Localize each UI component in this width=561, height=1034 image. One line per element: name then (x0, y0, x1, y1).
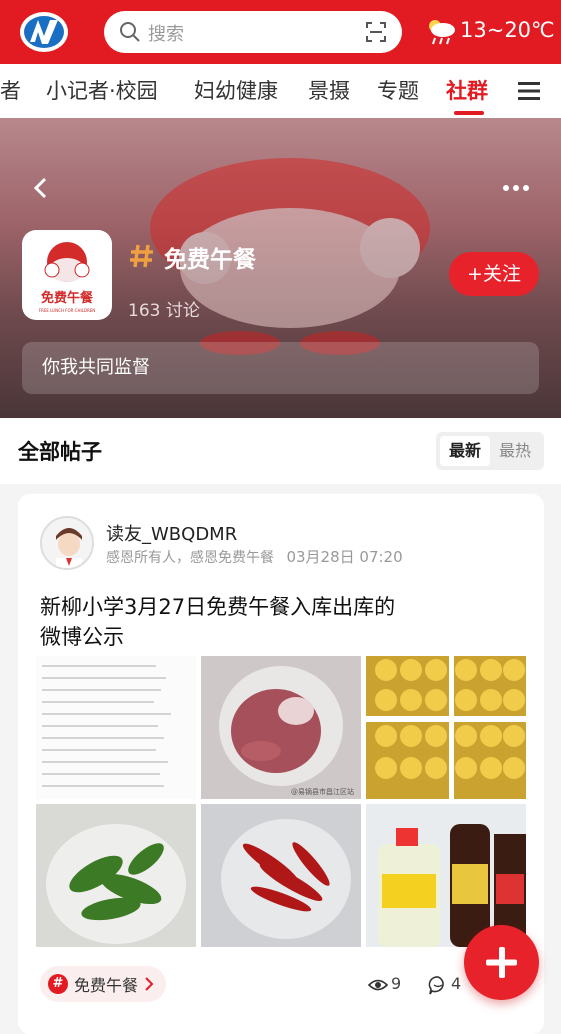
tab-maternal-child-health[interactable]: 妇幼健康 (194, 75, 278, 105)
tab-photography[interactable]: 景摄 (308, 75, 350, 105)
posts-section-header: 全部帖子 最新 最热 (0, 418, 561, 484)
post-image-receipt[interactable] (36, 656, 196, 799)
search-placeholder: 搜索 (148, 24, 184, 45)
topic-title: 免费午餐 (164, 247, 256, 273)
follow-button[interactable]: +关注 (449, 252, 539, 296)
weather-rain-icon (429, 20, 455, 45)
comment-count: 4 (451, 974, 462, 993)
plus-icon (486, 947, 517, 978)
sort-toggle: 最新 最热 (436, 432, 544, 470)
scan-icon[interactable] (364, 20, 388, 44)
user-signature: 感恩所有人，感恩免费午餐 (106, 550, 274, 566)
more-options-icon[interactable] (502, 184, 530, 192)
app-logo[interactable] (18, 10, 70, 54)
tab-young-reporter[interactable]: 小记者·校园 (46, 75, 158, 105)
topic-tag[interactable]: # 免费午餐 (40, 966, 167, 1002)
sort-latest[interactable]: 最新 (440, 436, 490, 466)
back-icon[interactable] (30, 176, 52, 200)
user-avatar[interactable] (40, 516, 94, 570)
comment-icon[interactable] (428, 975, 448, 995)
tag-label: 免费午餐 (74, 976, 139, 995)
post-date: 03月28日 07:20 (286, 548, 403, 566)
post-image-red-peppers[interactable] (201, 804, 361, 947)
free-lunch-logo-icon: 免费午餐 FREE LUNCH FOR CHILDREN (39, 242, 96, 313)
search-icon (120, 22, 140, 42)
post-image-eggs[interactable] (366, 656, 526, 799)
active-tab-indicator (454, 111, 484, 115)
chevron-right-icon (145, 977, 154, 991)
post-title[interactable]: 新柳小学3月27日免费午餐入库出库的微博公示 (40, 592, 400, 652)
tag-hash-icon: # (48, 974, 68, 994)
view-count: 9 (391, 974, 402, 993)
top-bar: 搜索 13~20℃ (0, 0, 561, 64)
hashtag-icon (130, 244, 153, 268)
tab-channel-partial[interactable]: 者 (0, 75, 21, 105)
logo-text: 免费午餐 (41, 290, 94, 306)
post-image-pork[interactable]: @易镝县市昌江区站 (201, 656, 361, 799)
watermark-text: @易镝县市昌江区站 (291, 787, 354, 796)
tab-special-topics[interactable]: 专题 (377, 75, 419, 105)
posts-section-title: 全部帖子 (18, 440, 102, 464)
logo-subtext: FREE LUNCH FOR CHILDREN (39, 308, 96, 313)
post-image-green-peppers[interactable] (36, 804, 196, 947)
eye-icon (368, 979, 388, 991)
discussion-count: 163 讨论 (128, 301, 200, 321)
create-post-button[interactable] (464, 925, 539, 1000)
topic-slogan: 你我共同监督 (22, 342, 539, 394)
weather-temperature: 13~20℃ (460, 18, 555, 42)
menu-icon[interactable] (518, 81, 540, 101)
search-bar[interactable]: 搜索 (104, 11, 402, 53)
username[interactable]: 读友_WBQDMR (106, 520, 237, 546)
channel-tabs: 者 小记者·校园 妇幼健康 景摄 专题 社群 (0, 64, 561, 118)
tab-community[interactable]: 社群 (446, 75, 488, 105)
topic-header: 免费午餐 FREE LUNCH FOR CHILDREN 免费午餐 163 讨论… (0, 118, 561, 418)
user-meta: 感恩所有人，感恩免费午餐 03月28日 07:20 (106, 546, 403, 567)
topic-logo: 免费午餐 FREE LUNCH FOR CHILDREN (22, 230, 112, 320)
sort-hottest[interactable]: 最热 (490, 436, 540, 466)
